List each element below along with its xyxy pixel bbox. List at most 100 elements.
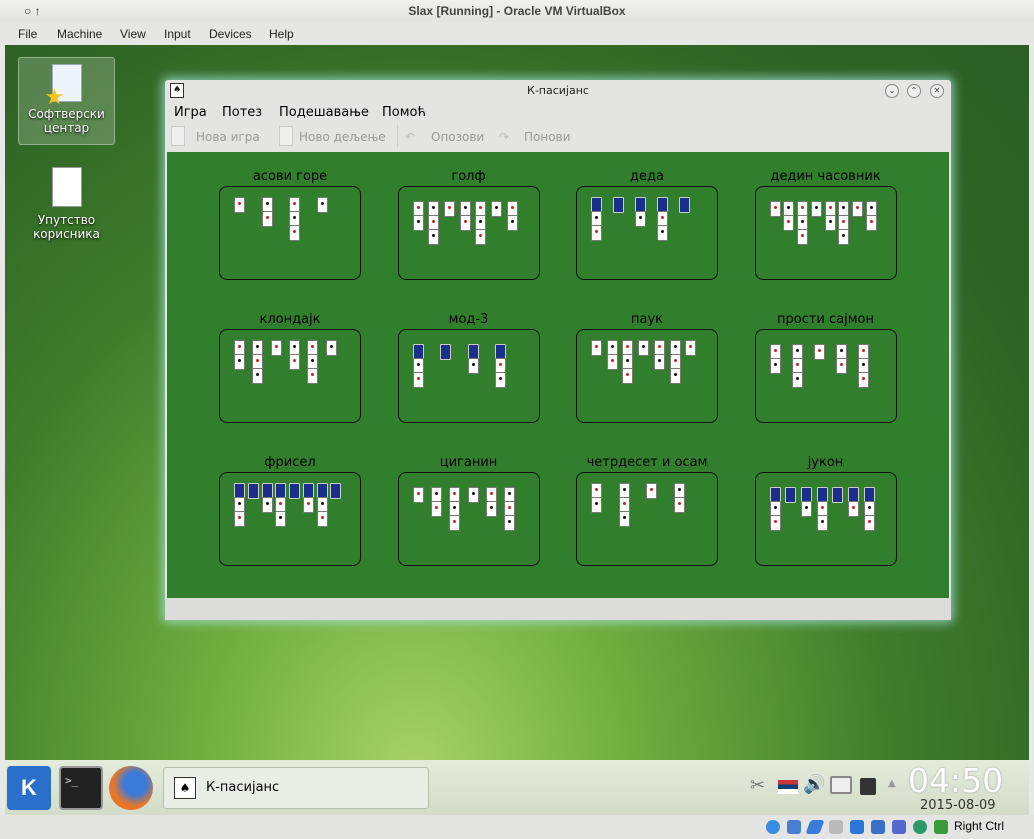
game-tile[interactable]: мод-3: [397, 312, 540, 423]
menu-move[interactable]: Потез: [222, 101, 262, 124]
card: [785, 487, 797, 503]
undo-button[interactable]: Опозови: [431, 130, 484, 144]
game-tile[interactable]: четрдесет и осам: [576, 455, 718, 566]
game-preview: [754, 329, 897, 423]
card: [657, 225, 668, 241]
network-icon[interactable]: [860, 778, 876, 795]
game-tile[interactable]: фрисел: [219, 455, 361, 566]
document-icon: [51, 167, 82, 207]
card: [783, 215, 795, 231]
display-status-icon[interactable]: [850, 820, 864, 834]
game-tile[interactable]: голф: [397, 169, 540, 280]
game-label: мод-3: [448, 312, 489, 327]
firefox-icon[interactable]: [109, 766, 153, 810]
game-label: фрисел: [264, 455, 316, 470]
card: [618, 511, 630, 527]
card: [810, 201, 822, 217]
card: [234, 511, 245, 527]
game-tile[interactable]: асови горе: [219, 169, 361, 280]
window-controls-icon[interactable]: ○ ↑: [24, 0, 41, 22]
game-tile[interactable]: деда: [576, 169, 718, 280]
desktop-icon-software-center[interactable]: ★ Софтверски центар: [18, 57, 115, 145]
klipper-scissors-icon[interactable]: ✂: [750, 775, 765, 796]
new-deal-icon: [279, 126, 293, 146]
card: [307, 368, 319, 384]
menu-settings[interactable]: Подешавање: [279, 101, 369, 124]
card: [289, 483, 300, 499]
card: [289, 354, 300, 370]
card: [838, 229, 850, 245]
toolbar: Нова игра Ново дељење ↶ Опозови ↷ Понови: [165, 124, 951, 150]
game-tile[interactable]: дедин часовник: [754, 169, 897, 280]
new-deal-button[interactable]: Ново дељење: [299, 130, 386, 144]
card: [467, 487, 479, 503]
game-tile[interactable]: циганин: [397, 455, 540, 566]
card: [669, 368, 681, 384]
card: [504, 515, 516, 531]
network-adapters-icon[interactable]: [787, 820, 801, 834]
desktop-icon-user-manual[interactable]: Упутство корисника: [18, 165, 115, 245]
menu-help[interactable]: Help: [269, 27, 294, 41]
game-label: клондајк: [259, 312, 321, 327]
task-label: К-пасијанс: [206, 780, 280, 795]
card: [638, 340, 650, 356]
card: [316, 511, 328, 527]
keyboard-layout-flag-icon[interactable]: [778, 780, 798, 794]
card: [428, 229, 440, 245]
vbox-status-bar: Right Ctrl: [0, 815, 1034, 839]
display-icon[interactable]: [830, 776, 852, 794]
clock-time[interactable]: 04:50: [908, 761, 1003, 800]
shared-folders-icon[interactable]: [829, 820, 843, 834]
menu-machine[interactable]: Machine: [57, 27, 102, 41]
menu-view[interactable]: View: [120, 27, 146, 41]
game-preview: [576, 472, 718, 566]
card: [769, 358, 781, 374]
card: [857, 372, 869, 388]
game-tile[interactable]: јукон: [754, 455, 897, 566]
redo-button[interactable]: Понови: [524, 130, 570, 144]
maximize-button[interactable]: ⌃: [907, 84, 921, 98]
kpatience-window: ♠ К-пасијанс ⌄ ⌃ ✕ Игра Потез Подешавање…: [165, 80, 951, 620]
taskbar-task-kpatience[interactable]: ♠ К-пасијанс: [163, 767, 429, 809]
new-game-button[interactable]: Нова игра: [196, 130, 260, 144]
menu-devices[interactable]: Devices: [209, 27, 252, 41]
status-bar: [165, 598, 951, 620]
card: [412, 372, 424, 388]
mouse-integration-icon[interactable]: [913, 820, 927, 834]
menu-help[interactable]: Помоћ: [382, 101, 426, 124]
game-label: дедин часовник: [770, 169, 881, 184]
game-tile[interactable]: паук: [576, 312, 718, 423]
kde-menu-icon[interactable]: K: [7, 766, 51, 810]
usb-pen-icon[interactable]: [805, 820, 825, 834]
menu-input[interactable]: Input: [164, 27, 191, 41]
game-preview: [576, 186, 718, 280]
optical-drive-icon[interactable]: [766, 820, 780, 834]
card: [491, 201, 503, 217]
card: [412, 215, 424, 231]
card: [824, 215, 836, 231]
card: [330, 483, 342, 499]
card: [475, 229, 487, 245]
terminal-icon[interactable]: >_: [59, 766, 103, 810]
game-preview: [397, 186, 540, 280]
video-capture-icon[interactable]: [871, 820, 885, 834]
card: [289, 225, 300, 241]
card: [495, 372, 506, 388]
virtualization-icon[interactable]: [892, 820, 906, 834]
card: [635, 211, 646, 227]
card: [302, 497, 314, 513]
tray-expand-icon[interactable]: ▲: [888, 778, 896, 789]
card: [247, 483, 259, 499]
keyboard-capture-icon[interactable]: [934, 820, 948, 834]
menu-game[interactable]: Игра: [174, 101, 207, 124]
card: [835, 358, 847, 374]
game-tile[interactable]: клондајк: [219, 312, 361, 423]
close-button[interactable]: ✕: [930, 84, 944, 98]
game-tile[interactable]: прости сајмон: [754, 312, 897, 423]
game-preview: [397, 472, 540, 566]
volume-icon[interactable]: 🔊: [803, 774, 825, 795]
menu-file[interactable]: File: [18, 27, 37, 41]
game-label: паук: [630, 312, 663, 327]
card: [852, 201, 863, 217]
minimize-button[interactable]: ⌄: [885, 84, 899, 98]
